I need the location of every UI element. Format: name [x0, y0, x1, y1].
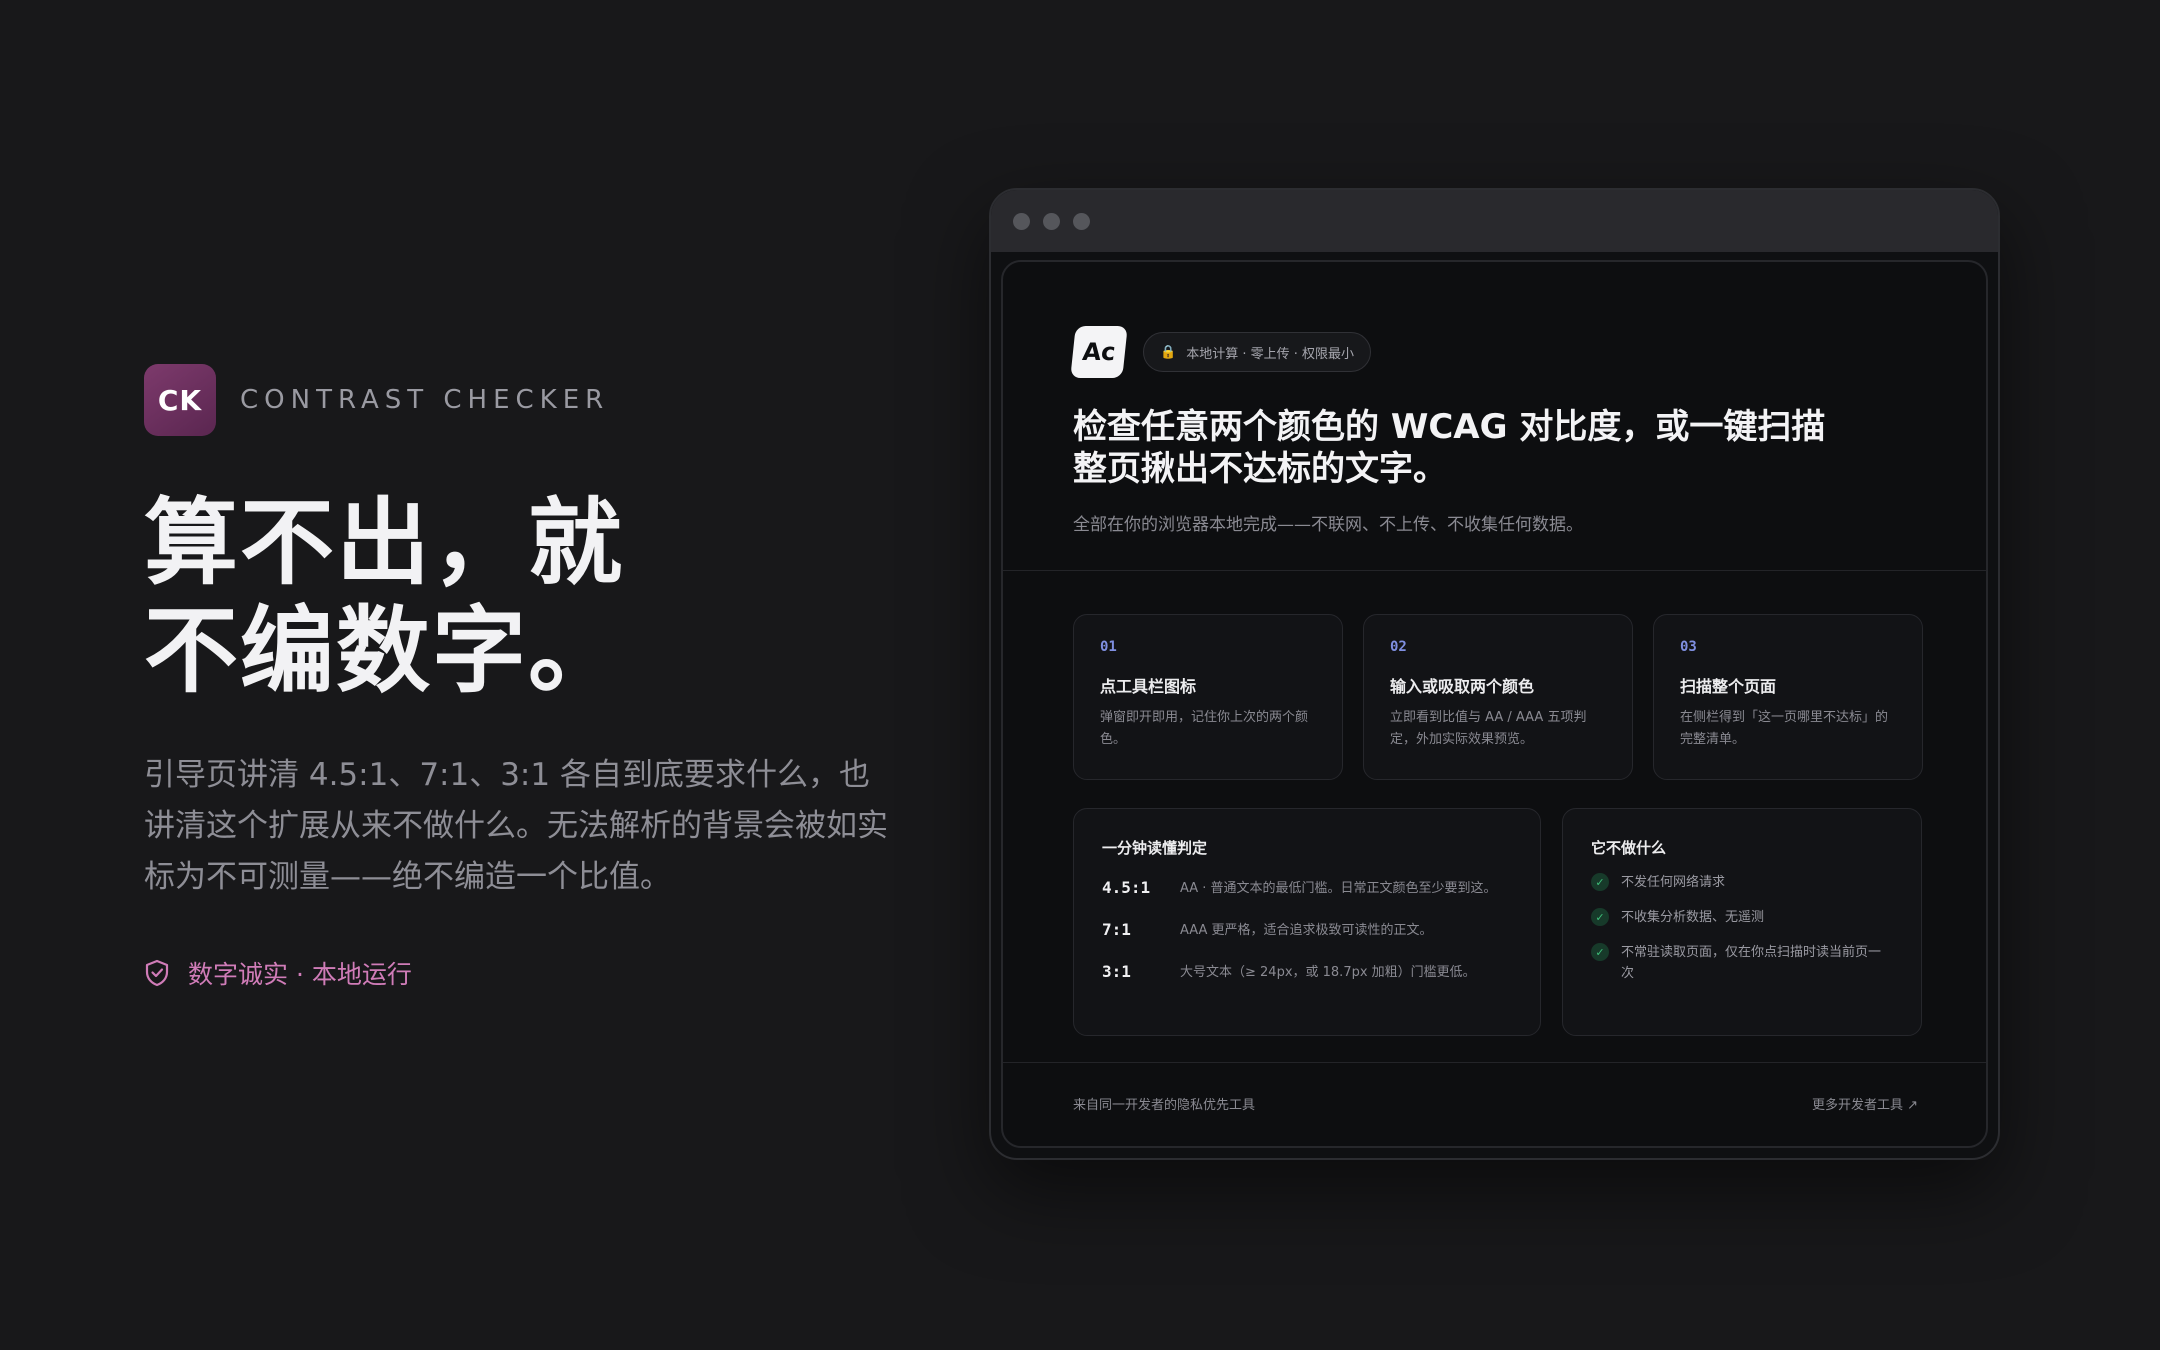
ratio-value: 7:1 [1102, 920, 1131, 939]
headline-line-1: 算不出，就 [144, 489, 625, 598]
ratio-description: AAA 更严格，适合追求极致可读性的正文。 [1180, 923, 1433, 938]
ratio-rule: 7:1 AAA 更严格，适合追求极致可读性的正文。 [1102, 920, 1512, 942]
page-header: Ac 🔒 本地计算 · 零上传 · 权限最小 检查任意两个颜色的 WCAG 对比… [1070, 326, 1946, 535]
more-tools-link[interactable]: 更多开发者工具 ↗ [1812, 1094, 1918, 1113]
ratio-value: 3:1 [1102, 962, 1131, 981]
lock-icon: 🔒 [1160, 344, 1177, 360]
headline-line-2: 不编数字。 [144, 597, 625, 706]
header-divider [1003, 570, 1986, 571]
brand: CK CONTRAST CHECKER [144, 364, 904, 436]
footer-note: 来自同一开发者的隐私优先工具 [1073, 1098, 1256, 1113]
check-icon: ✓ [1591, 908, 1609, 926]
page-subtitle: 全部在你的浏览器本地完成——不联网、不上传、不收集任何数据。 [1073, 515, 1583, 535]
check-icon: ✓ [1591, 943, 1609, 961]
step-description: 弹窗即开即用，记住你上次的两个颜色。 [1100, 710, 1309, 747]
step-card: 01 点工具栏图标 弹窗即开即用，记住你上次的两个颜色。 [1073, 614, 1343, 780]
ratio-description: 大号文本（≥ 24px，或 18.7px 加粗）门槛更低。 [1180, 965, 1476, 980]
brand-logo: CK [144, 364, 216, 436]
ratio-guide-card: 一分钟读懂判定 4.5:1 AA · 普通文本的最低门槛。日常正文颜色至少要到这… [1073, 808, 1541, 1036]
ratio-rule: 3:1 大号文本（≥ 24px，或 18.7px 加粗）门槛更低。 [1102, 962, 1512, 984]
step-card: 02 输入或吸取两个颜色 立即看到比值与 AA / AAA 五项判定，外加实际效… [1363, 614, 1633, 780]
does-not-do-item: ✓ 不收集分析数据、无遥测 [1591, 907, 1893, 928]
step-title: 扫描整个页面 [1680, 677, 1777, 696]
does-not-do-title: 它不做什么 [1591, 839, 1667, 857]
check-icon: ✓ [1591, 873, 1609, 891]
does-not-do-text: 不发任何网络请求 [1621, 875, 1726, 890]
window-minimize-dot[interactable] [1043, 212, 1060, 230]
step-title: 点工具栏图标 [1100, 677, 1197, 696]
honesty-badge-text: 数字诚实 · 本地运行 [188, 960, 412, 989]
does-not-do-text: 不收集分析数据、无遥测 [1621, 910, 1765, 925]
window-close-dot[interactable] [1013, 212, 1030, 230]
page-title: 检查任意两个颜色的 WCAG 对比度，或一键扫描整页揪出不达标的文字。 [1073, 407, 1826, 489]
lede-paragraph: 引导页讲清 4.5:1、7:1、3:1 各自到底要求什么，也讲清这个扩展从来不做… [144, 757, 888, 895]
footer-divider [1003, 1062, 1986, 1063]
hero-section: CK CONTRAST CHECKER 算不出，就 不编数字。 引导页讲清 4.… [144, 364, 904, 991]
onboarding-page: Ac 🔒 本地计算 · 零上传 · 权限最小 检查任意两个颜色的 WCAG 对比… [1001, 260, 1988, 1148]
honesty-badge: 数字诚实 · 本地运行 [144, 955, 904, 991]
steps-row: 01 点工具栏图标 弹窗即开即用，记住你上次的两个颜色。 02 输入或吸取两个颜… [1073, 614, 1943, 780]
brand-name: CONTRAST CHECKER [240, 385, 610, 415]
step-description: 立即看到比值与 AA / AAA 五项判定，外加实际效果预览。 [1390, 710, 1587, 747]
browser-window: Ac 🔒 本地计算 · 零上传 · 权限最小 检查任意两个颜色的 WCAG 对比… [989, 188, 2000, 1160]
step-number: 01 [1100, 639, 1117, 655]
step-number: 03 [1680, 639, 1697, 655]
shield-check-icon [145, 959, 169, 987]
does-not-do-card: 它不做什么 ✓ 不发任何网络请求 ✓ 不收集分析数据、无遥测 ✓ 不常驻读取页面… [1562, 808, 1922, 1036]
step-description: 在侧栏得到「这一页哪里不达标」的完整清单。 [1680, 710, 1889, 747]
privacy-pill: 🔒 本地计算 · 零上传 · 权限最小 [1143, 332, 1371, 372]
step-card: 03 扫描整个页面 在侧栏得到「这一页哪里不达标」的完整清单。 [1653, 614, 1923, 780]
ratio-rule: 4.5:1 AA · 普通文本的最低门槛。日常正文颜色至少要到这。 [1102, 878, 1512, 900]
privacy-pill-text: 本地计算 · 零上传 · 权限最小 [1186, 346, 1354, 362]
page-footer: 来自同一开发者的隐私优先工具 更多开发者工具 ↗ [1073, 1094, 1918, 1113]
headline: 算不出，就 不编数字。 [144, 490, 904, 706]
window-maximize-dot[interactable] [1073, 212, 1090, 230]
app-logo: Ac [1070, 326, 1128, 378]
step-title: 输入或吸取两个颜色 [1390, 677, 1535, 696]
ratio-value: 4.5:1 [1102, 878, 1151, 897]
does-not-do-item: ✓ 不发任何网络请求 [1591, 872, 1893, 893]
does-not-do-text: 不常驻读取页面，仅在你点扫描时读当前页一次 [1621, 945, 1882, 981]
browser-titlebar [991, 190, 1998, 252]
ratio-description: AA · 普通文本的最低门槛。日常正文颜色至少要到这。 [1180, 881, 1497, 896]
step-number: 02 [1390, 639, 1407, 655]
ratio-guide-title: 一分钟读懂判定 [1102, 839, 1208, 857]
does-not-do-item: ✓ 不常驻读取页面，仅在你点扫描时读当前页一次 [1591, 942, 1893, 984]
